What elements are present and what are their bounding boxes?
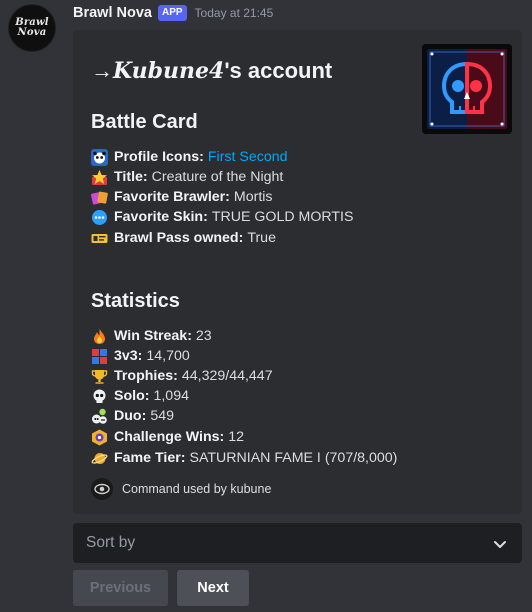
field-value: Creature of the Night <box>151 169 284 185</box>
fame-icon <box>91 450 108 467</box>
field-value: 1,094 <box>153 388 189 404</box>
field-value: Mortis <box>233 189 273 205</box>
title-name: Kubune4 <box>113 58 225 84</box>
next-button[interactable]: Next <box>177 570 249 606</box>
field-title: Title: Creature of the Night <box>91 167 283 187</box>
field-duo: Duo: 549 <box>91 406 174 426</box>
title-arrow: → <box>91 58 113 83</box>
avatar-brand-line2: Nova <box>17 27 47 38</box>
field-fame-tier: Fame Tier: SATURNIAN FAME I (707/8,000) <box>91 448 397 468</box>
panda-icon <box>91 148 108 166</box>
skull-icon <box>422 44 512 134</box>
field-value: 12 <box>228 429 245 445</box>
message-header: Brawl Nova APP Today at 21:45 <box>73 2 273 24</box>
bot-avatar[interactable]: Brawl Nova <box>8 4 56 52</box>
embed-thumbnail[interactable] <box>422 44 512 134</box>
field-value: 14,700 <box>146 348 190 364</box>
statistics-heading: Statistics <box>91 290 180 312</box>
3v3-icon <box>91 348 108 365</box>
solo-skull-icon <box>91 388 108 405</box>
field-favorite-brawler: Favorite Brawler: Mortis <box>91 187 273 207</box>
fire-icon <box>91 328 108 345</box>
field-value: SATURNIAN FAME I (707/8,000) <box>189 450 398 466</box>
field-value: 549 <box>150 408 174 424</box>
field-label: Challenge Wins: <box>114 429 225 445</box>
field-label: Favorite Skin: <box>114 209 208 225</box>
field-label: Duo: <box>114 408 147 424</box>
star-badge-icon <box>91 169 108 186</box>
skin-bubble-icon <box>91 209 108 226</box>
pass-ticket-icon <box>91 230 108 247</box>
field-trophies: Trophies: 44,329/44,447 <box>91 366 273 386</box>
field-challenge-wins: Challenge Wins: 12 <box>91 427 244 447</box>
field-label: Fame Tier: <box>114 450 186 466</box>
account-embed: →Kubune4's account Battle Card Profile I… <box>73 30 522 514</box>
field-label: Trophies: <box>114 368 178 384</box>
field-win-streak: Win Streak: 23 <box>91 326 212 346</box>
eye-icon <box>91 478 113 500</box>
timestamp[interactable]: Today at 21:45 <box>195 6 274 20</box>
field-label: Title: <box>114 169 148 185</box>
challenge-icon <box>91 429 108 446</box>
field-favorite-skin: Favorite Skin: TRUE GOLD MORTIS <box>91 207 353 227</box>
chevron-down-icon <box>492 536 508 557</box>
sort-by-placeholder: Sort by <box>86 534 136 551</box>
embed-title: →Kubune4's account <box>91 58 332 84</box>
footer-text: Command used by kubune <box>122 482 272 496</box>
field-value: TRUE GOLD MORTIS <box>211 209 354 225</box>
field-label: Favorite Brawler: <box>114 189 230 205</box>
field-label: Brawl Pass owned: <box>114 230 244 246</box>
title-suffix: 's account <box>224 58 333 83</box>
field-label: 3v3: <box>114 348 143 364</box>
field-solo: Solo: 1,094 <box>91 386 189 406</box>
username[interactable]: Brawl Nova <box>73 5 152 21</box>
field-label: Profile Icons: <box>114 149 204 165</box>
app-badge: APP <box>157 5 187 21</box>
field-value: True <box>247 230 276 246</box>
field-profile-icons: Profile Icons: First Second <box>91 147 288 167</box>
previous-button[interactable]: Previous <box>73 570 168 606</box>
field-brawl-pass: Brawl Pass owned: True <box>91 228 276 248</box>
battle-card-heading: Battle Card <box>91 111 198 133</box>
duo-skull-icon <box>91 408 108 425</box>
field-value: 23 <box>195 328 212 344</box>
field-3v3: 3v3: 14,700 <box>91 346 190 366</box>
trophy-icon <box>91 368 108 385</box>
profile-icons-link[interactable]: First Second <box>208 149 288 165</box>
field-label: Win Streak: <box>114 328 192 344</box>
brawler-card-icon <box>91 189 108 206</box>
sort-by-select[interactable]: Sort by <box>73 523 522 563</box>
field-value: 44,329/44,447 <box>181 368 273 384</box>
field-label: Solo: <box>114 388 150 404</box>
embed-footer: Command used by kubune <box>91 478 271 500</box>
